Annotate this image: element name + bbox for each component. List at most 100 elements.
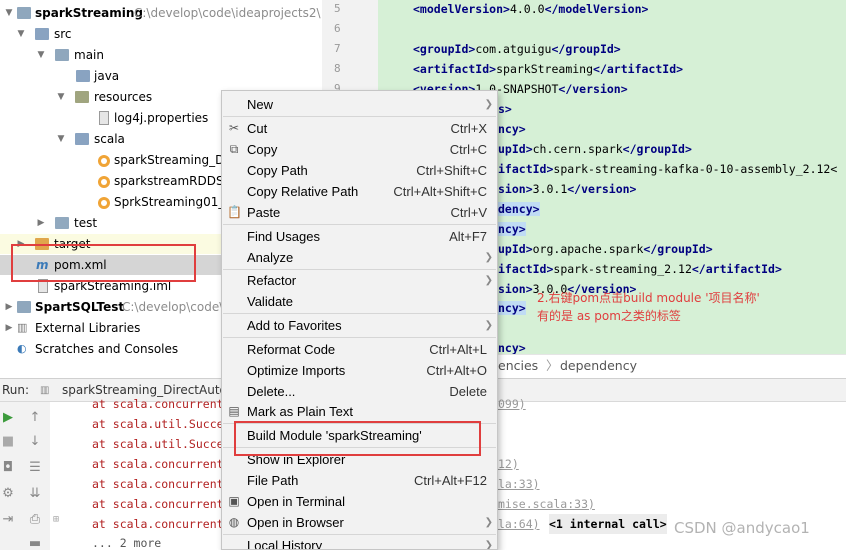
tree-label: java bbox=[94, 69, 120, 83]
menu-item-copy-path[interactable]: Copy Path Ctrl+Shift+C bbox=[222, 160, 497, 181]
menu-label: Cut bbox=[247, 121, 268, 136]
settings-icon[interactable]: ⚙ bbox=[0, 486, 16, 502]
line-number: 7 bbox=[334, 42, 341, 55]
menu-label: Copy Path bbox=[247, 163, 308, 178]
run-config-icon: ▥ bbox=[40, 385, 50, 396]
menu-item-validate[interactable]: Validate bbox=[222, 291, 497, 312]
submenu-arrow-icon: ❯ bbox=[484, 99, 493, 110]
soft-wrap-icon[interactable]: ☰ bbox=[27, 460, 43, 476]
internal-call-badge[interactable]: <1 internal call> bbox=[549, 514, 667, 534]
menu-item-new[interactable]: New ❯ bbox=[222, 94, 497, 115]
menu-separator bbox=[223, 313, 496, 314]
console-link[interactable]: mise.scala:33) bbox=[498, 494, 595, 514]
library-icon: ▥ bbox=[17, 321, 28, 334]
chevron-right-icon[interactable]: ▶ bbox=[4, 297, 14, 317]
down-arrow-icon[interactable]: ↓ bbox=[27, 434, 43, 450]
chevron-down-icon[interactable]: ▼ bbox=[4, 3, 14, 23]
shortcut: Ctrl+Alt+O bbox=[426, 363, 487, 378]
scratches-icon: ◐ bbox=[17, 342, 27, 355]
menu-item-mark-plain-text[interactable]: ▤ Mark as Plain Text bbox=[222, 401, 497, 422]
login-icon[interactable]: ⇥ bbox=[0, 512, 16, 528]
folder-icon bbox=[35, 28, 49, 40]
console-line: at scala.concurrent bbox=[92, 497, 224, 511]
scala-object-icon bbox=[98, 197, 110, 209]
console-line: at scala.concurrent bbox=[92, 457, 224, 471]
tree-root-sparkStreaming[interactable]: ▼ sparkStreaming C:\develop\code\ideapro… bbox=[0, 3, 322, 23]
chevron-right-icon[interactable]: ▶ bbox=[36, 213, 46, 233]
fold-icon[interactable]: ⊞ bbox=[53, 514, 59, 525]
up-arrow-icon[interactable]: ↑ bbox=[27, 410, 43, 426]
tree-item-java[interactable]: java bbox=[0, 66, 322, 86]
rerun-icon[interactable]: ▶ bbox=[0, 410, 16, 426]
console-link[interactable]: 12) bbox=[498, 454, 519, 474]
code-line: <artifactId>sparkStreaming</artifactId> bbox=[413, 62, 684, 76]
pom-highlight-box bbox=[11, 244, 196, 282]
code-line: <groupId>com.atguigu</groupId> bbox=[413, 42, 621, 56]
tree-label: test bbox=[74, 216, 98, 230]
tree-label: Scratches and Consoles bbox=[35, 342, 179, 356]
menu-label: Paste bbox=[247, 205, 281, 220]
menu-label: Find Usages bbox=[247, 229, 320, 244]
shortcut: Delete bbox=[449, 384, 487, 399]
print-icon[interactable]: ⎙ bbox=[27, 512, 43, 528]
menu-item-copy[interactable]: ⧉ Copy Ctrl+C bbox=[222, 139, 497, 160]
menu-item-analyze[interactable]: Analyze ❯ bbox=[222, 247, 497, 268]
breadcrumb-item[interactable]: encies bbox=[498, 355, 538, 377]
tree-label: sparkstreamRDDSt bbox=[114, 174, 229, 188]
menu-label: Validate bbox=[247, 294, 294, 309]
camera-icon[interactable]: ◘ bbox=[0, 460, 16, 476]
menu-separator bbox=[223, 337, 496, 338]
tree-label: External Libraries bbox=[35, 321, 141, 335]
line-number: 5 bbox=[334, 2, 341, 15]
menu-item-find-usages[interactable]: Find Usages Alt+F7 bbox=[222, 226, 497, 247]
stop-icon[interactable]: ■ bbox=[0, 434, 16, 450]
console-link[interactable]: 099) bbox=[498, 394, 526, 414]
scala-object-icon bbox=[98, 176, 110, 188]
trash-icon[interactable]: ▬ bbox=[27, 536, 43, 550]
code-line: ifactId>spark-streaming-kafka-0-10-assem… bbox=[498, 162, 838, 176]
clipboard-icon: 📋 bbox=[227, 205, 242, 219]
tree-item-src[interactable]: ▼ src bbox=[0, 24, 322, 44]
tree-item-main[interactable]: ▼ main bbox=[0, 45, 322, 65]
menu-label: Copy Relative Path bbox=[247, 184, 359, 199]
console-line: at scala.util.Succe bbox=[92, 417, 224, 431]
tree-path: C:\develop\code\ideaprojects2\ bbox=[134, 6, 321, 20]
resources-folder-icon bbox=[75, 91, 89, 103]
mark-text-icon: ▤ bbox=[228, 404, 240, 418]
menu-item-file-path[interactable]: File Path Ctrl+Alt+F12 bbox=[222, 470, 497, 491]
menu-item-cut[interactable]: ✂ Cut Ctrl+X bbox=[222, 118, 497, 139]
menu-item-delete[interactable]: Delete... Delete bbox=[222, 381, 497, 402]
scala-object-icon bbox=[98, 155, 110, 167]
chevron-right-icon[interactable]: ▶ bbox=[4, 318, 14, 338]
menu-label: Add to Favorites bbox=[247, 318, 342, 333]
tree-label: sparkStreaming_Di bbox=[114, 153, 228, 167]
module-folder-icon bbox=[17, 7, 31, 19]
breadcrumb-item[interactable]: dependency bbox=[560, 355, 637, 377]
tree-label: log4j.properties bbox=[114, 111, 209, 125]
chevron-down-icon[interactable]: ▼ bbox=[56, 87, 66, 107]
chevron-down-icon[interactable]: ▼ bbox=[36, 45, 46, 65]
menu-item-local-history[interactable]: Local History ❯ bbox=[222, 535, 497, 550]
menu-label: New bbox=[247, 97, 274, 112]
watermark: CSDN @andycao1 bbox=[674, 519, 810, 537]
submenu-arrow-icon: ❯ bbox=[484, 540, 493, 550]
console-link[interactable]: la:33) bbox=[498, 474, 540, 494]
breadcrumb-separator: 〉 bbox=[546, 358, 559, 373]
tree-label: SprkStreaming01_V bbox=[114, 195, 233, 209]
globe-icon: ◍ bbox=[228, 515, 240, 529]
menu-item-add-to-favorites[interactable]: Add to Favorites ❯ bbox=[222, 315, 497, 336]
menu-item-open-in-browser[interactable]: ◍ Open in Browser ❯ bbox=[222, 512, 497, 533]
menu-label: Open in Terminal bbox=[247, 494, 346, 509]
menu-item-copy-relative-path[interactable]: Copy Relative Path Ctrl+Alt+Shift+C bbox=[222, 181, 497, 202]
menu-item-refactor[interactable]: Refactor ❯ bbox=[222, 270, 497, 291]
menu-item-paste[interactable]: 📋 Paste Ctrl+V bbox=[222, 202, 497, 223]
chevron-down-icon[interactable]: ▼ bbox=[56, 129, 66, 149]
menu-item-reformat-code[interactable]: Reformat Code Ctrl+Alt+L bbox=[222, 339, 497, 360]
menu-item-optimize-imports[interactable]: Optimize Imports Ctrl+Alt+O bbox=[222, 360, 497, 381]
chevron-down-icon[interactable]: ▼ bbox=[16, 24, 26, 44]
code-line: <modelVersion>4.0.0</modelVersion> bbox=[413, 2, 649, 16]
scroll-to-end-icon[interactable]: ⇊ bbox=[27, 486, 43, 502]
menu-item-open-in-terminal[interactable]: ▣ Open in Terminal bbox=[222, 491, 497, 512]
run-side-toolbar: ▶ ↑ ■ ↓ ◘ ☰ ⚙ ⇊ ⇥ ⎙ ▬ bbox=[0, 402, 50, 550]
console-link[interactable]: la:64) bbox=[498, 514, 540, 534]
